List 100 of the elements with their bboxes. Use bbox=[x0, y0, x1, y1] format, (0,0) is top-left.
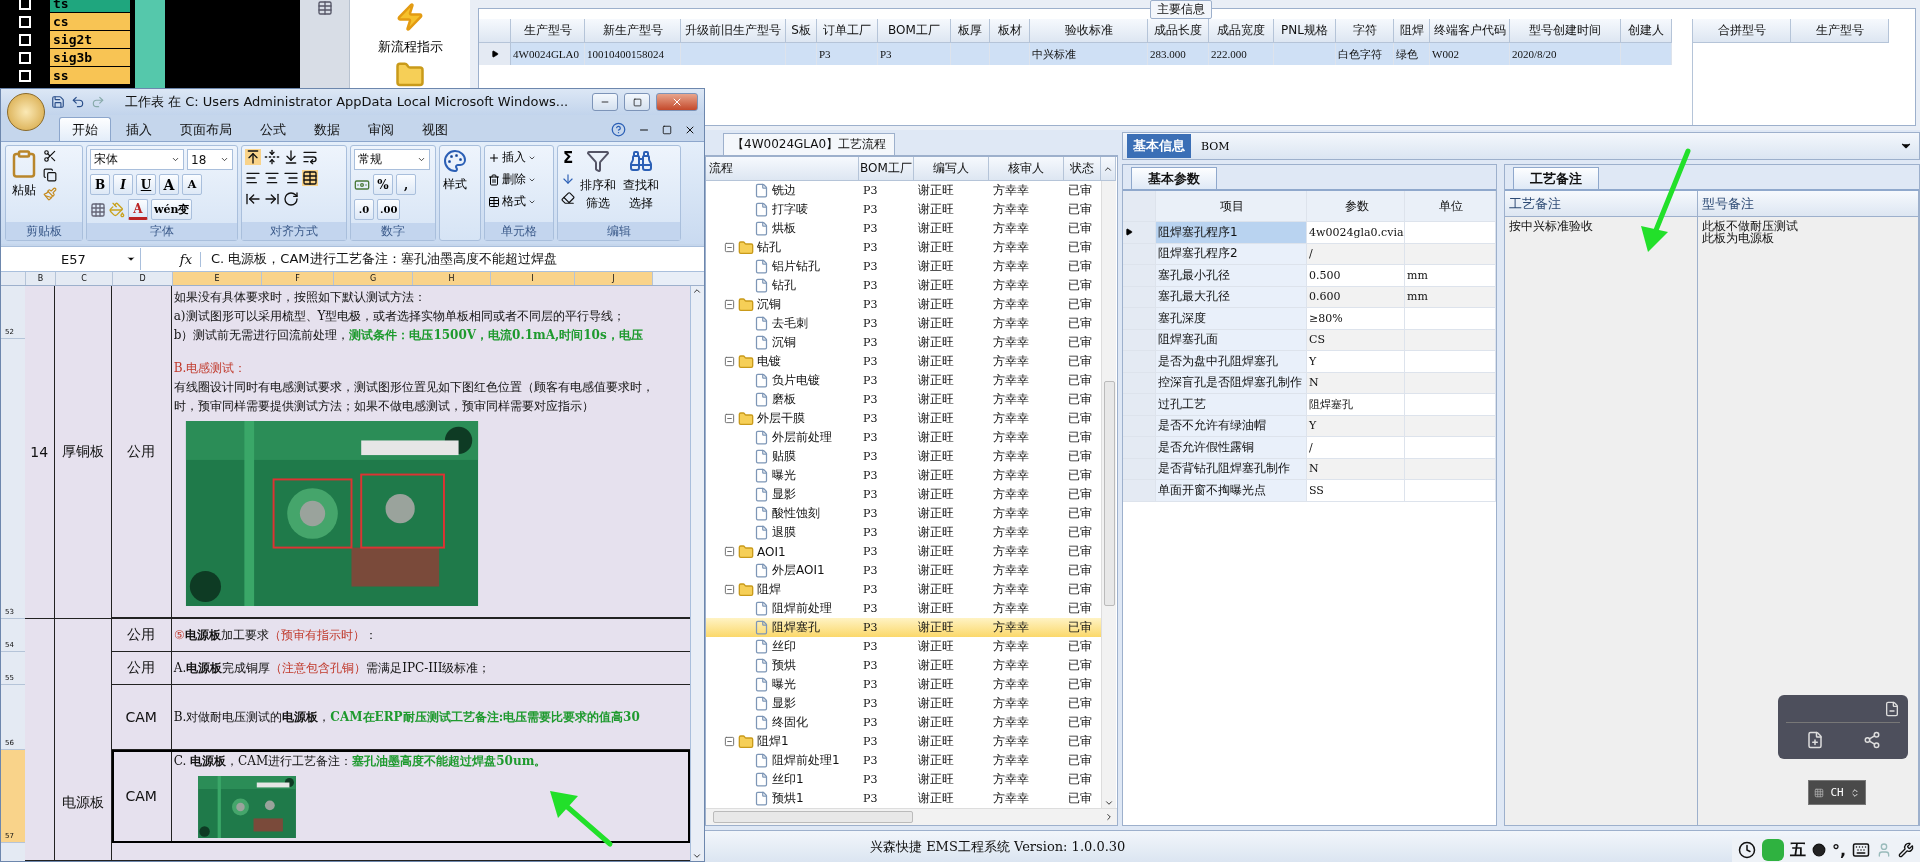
column-header[interactable]: 阻焊 bbox=[1394, 19, 1430, 43]
column-header[interactable]: H bbox=[413, 272, 491, 285]
decrease-indent-icon[interactable] bbox=[245, 191, 261, 207]
new-flow-button[interactable]: 新流程指示 bbox=[377, 2, 443, 56]
param-value[interactable]: N bbox=[1307, 458, 1405, 479]
param-value[interactable]: 0.500 bbox=[1307, 265, 1405, 286]
param-value[interactable]: ≥80% bbox=[1307, 308, 1405, 329]
layer-checkbox[interactable] bbox=[19, 70, 31, 82]
collapse-icon[interactable] bbox=[724, 299, 735, 310]
collapse-icon[interactable] bbox=[724, 546, 735, 557]
layer-checkbox[interactable] bbox=[19, 16, 31, 28]
column-header[interactable]: F bbox=[262, 272, 334, 285]
column-header[interactable]: D bbox=[113, 272, 173, 285]
align-center-icon[interactable] bbox=[264, 170, 280, 186]
param-value[interactable]: 阻焊塞孔 bbox=[1307, 394, 1405, 415]
brush-icon[interactable] bbox=[43, 187, 57, 201]
align-top-icon[interactable] bbox=[245, 149, 261, 165]
layer-checkbox[interactable] bbox=[19, 0, 31, 10]
ribbon-tab[interactable]: 插入 bbox=[113, 117, 165, 141]
save-icon[interactable] bbox=[51, 95, 65, 109]
column-header[interactable]: 流程 bbox=[706, 157, 859, 181]
font-size-button[interactable]: A bbox=[159, 174, 179, 195]
column-header[interactable]: 状态 bbox=[1064, 157, 1101, 181]
styles-button[interactable]: 样式 bbox=[443, 149, 467, 193]
scissors-icon[interactable] bbox=[43, 149, 57, 163]
column-header[interactable]: 订单工厂 bbox=[817, 19, 878, 43]
maximize-button[interactable] bbox=[624, 93, 650, 111]
param-value[interactable]: Y bbox=[1307, 351, 1405, 372]
increase-indent-icon[interactable] bbox=[264, 191, 280, 207]
find-select-button[interactable]: 查找和选择 bbox=[621, 149, 660, 212]
column-header[interactable]: 生产型号 bbox=[1791, 19, 1889, 43]
ribbon-tab[interactable]: 公式 bbox=[247, 117, 299, 141]
column-header[interactable]: G bbox=[334, 272, 413, 285]
column-header[interactable]: 核审人 bbox=[989, 157, 1064, 181]
column-header[interactable]: 编写人 bbox=[914, 157, 989, 181]
column-header[interactable]: BOM工厂 bbox=[859, 157, 914, 181]
column-header[interactable]: 成品宽度 bbox=[1209, 19, 1274, 43]
share-icon[interactable] bbox=[1862, 731, 1881, 749]
param-value[interactable]: / bbox=[1307, 243, 1405, 264]
notes-tab[interactable]: 工艺备注 bbox=[1513, 167, 1599, 189]
column-header[interactable]: 验收标准 bbox=[1030, 19, 1148, 43]
column-header[interactable]: B bbox=[26, 272, 56, 285]
column-header[interactable]: E bbox=[173, 272, 262, 285]
phonetic-button[interactable]: wén变 bbox=[151, 199, 193, 220]
column-header[interactable]: 单位 bbox=[1405, 191, 1496, 221]
row-selector[interactable] bbox=[479, 43, 511, 65]
column-header[interactable]: 生产型号 bbox=[511, 19, 585, 43]
align-left-icon[interactable] bbox=[245, 170, 261, 186]
row-selector[interactable] bbox=[1123, 222, 1156, 243]
number-format-button[interactable]: % bbox=[373, 174, 393, 195]
param-value[interactable]: N bbox=[1307, 372, 1405, 393]
collapse-icon[interactable] bbox=[724, 584, 735, 595]
caret-icon[interactable] bbox=[692, 286, 703, 296]
border-icon[interactable] bbox=[90, 201, 106, 218]
circle-icon[interactable] bbox=[1811, 843, 1826, 857]
column-header[interactable]: 新生产型号 bbox=[585, 19, 681, 43]
layer-checkbox[interactable] bbox=[19, 34, 31, 46]
merge-cells-icon[interactable] bbox=[302, 170, 318, 186]
font-style-button[interactable]: U bbox=[136, 174, 156, 195]
column-header[interactable]: 型号创建时间 bbox=[1510, 19, 1621, 43]
fill-color-icon[interactable] bbox=[109, 201, 125, 218]
column-header[interactable]: J bbox=[575, 272, 653, 285]
copy-icon[interactable] bbox=[43, 168, 57, 182]
align-middle-icon[interactable] bbox=[264, 149, 280, 165]
ribbon-tab[interactable]: 审阅 bbox=[355, 117, 407, 141]
wrench-icon[interactable] bbox=[1898, 842, 1914, 858]
font-size-field[interactable]: 18 bbox=[187, 149, 233, 170]
align-right-icon[interactable] bbox=[283, 170, 299, 186]
ribbon-tab[interactable]: 数据 bbox=[301, 117, 353, 141]
number-format-field[interactable]: 常规 bbox=[354, 149, 430, 170]
scroll-thumb[interactable] bbox=[713, 811, 913, 823]
keyboard-icon[interactable] bbox=[1852, 841, 1870, 859]
layer-name[interactable]: sig3b bbox=[50, 49, 130, 67]
column-header[interactable]: BOM工厂 bbox=[878, 19, 951, 43]
vertical-scrollbar[interactable] bbox=[1101, 181, 1116, 808]
eraser-icon[interactable] bbox=[561, 191, 575, 205]
formula-field[interactable]: C. 电源板，CAM进行工艺备注：塞孔油墨高度不能超过焊盘 bbox=[201, 250, 704, 268]
wrap-text-icon[interactable] bbox=[302, 149, 318, 165]
font-size-button[interactable]: A bbox=[182, 174, 202, 195]
cells-button[interactable]: 格式 bbox=[488, 193, 536, 210]
info-tab[interactable]: 基本信息 bbox=[1127, 134, 1191, 158]
number-format-button[interactable]: , bbox=[396, 174, 416, 195]
column-header[interactable]: 字符 bbox=[1336, 19, 1394, 43]
input-method-widget[interactable]: CH bbox=[1808, 780, 1866, 805]
sort-filter-button[interactable]: 排序和筛选 bbox=[579, 149, 618, 212]
column-header[interactable]: 型号备注 bbox=[1698, 191, 1919, 217]
minimize-button[interactable] bbox=[592, 93, 618, 111]
param-value[interactable]: SS bbox=[1307, 480, 1405, 501]
process-row[interactable]: 阻焊塞孔 P3 谢正旺 方幸幸 已审 bbox=[706, 618, 1101, 637]
column-header[interactable]: 成品长度 bbox=[1148, 19, 1209, 43]
column-header[interactable]: 创建人 bbox=[1621, 19, 1672, 43]
column-header[interactable]: 工艺备注 bbox=[1505, 191, 1698, 217]
layer-name[interactable]: cs bbox=[50, 13, 130, 31]
punctuation-text[interactable]: °, bbox=[1831, 840, 1846, 860]
layer-name[interactable]: sig2t bbox=[50, 31, 130, 49]
decimal-button[interactable]: .00 bbox=[377, 199, 401, 220]
fill-icon[interactable] bbox=[561, 172, 575, 186]
column-header[interactable]: 项目 bbox=[1156, 191, 1307, 221]
undo-icon[interactable] bbox=[71, 95, 85, 109]
help-icon[interactable] bbox=[611, 122, 626, 137]
